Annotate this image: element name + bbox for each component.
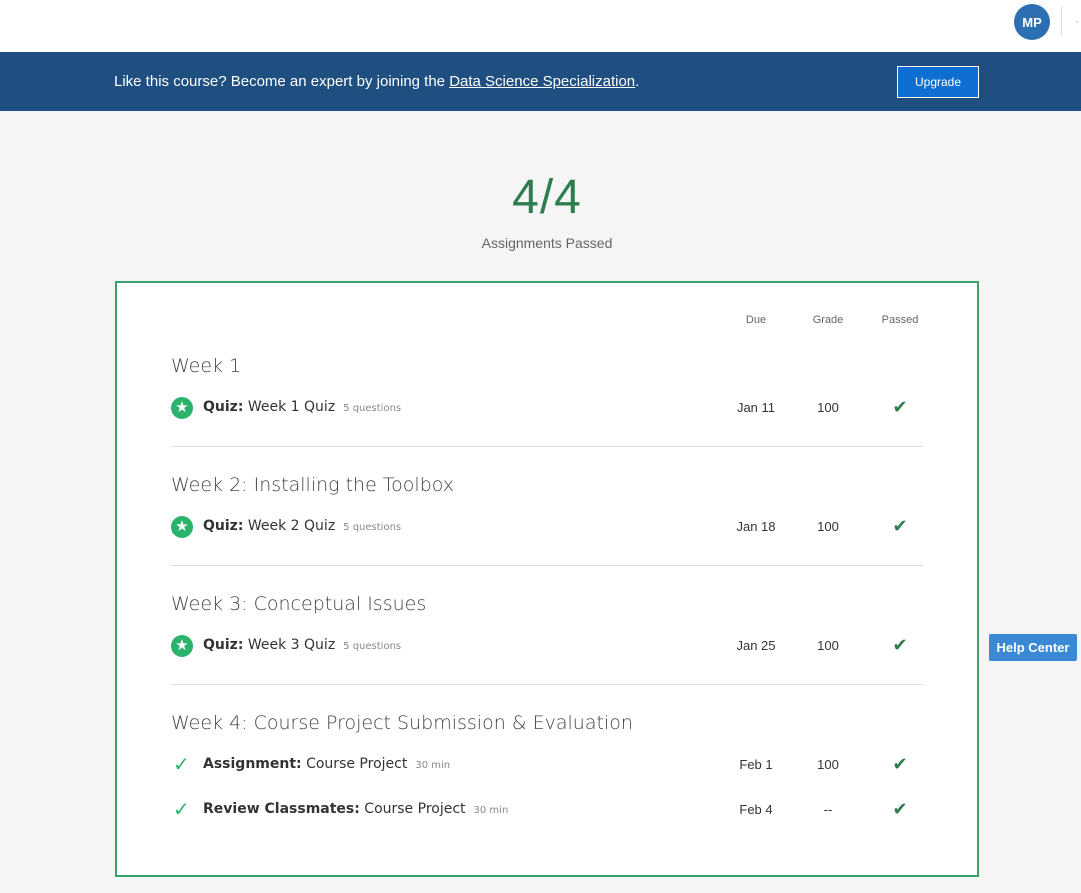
section-divider	[171, 684, 923, 685]
assignment-meta: 5 questions	[343, 403, 402, 414]
assignment-type: Quiz:	[203, 518, 244, 534]
assignment-row[interactable]: ✓ Review Classmates: Course Project 30 mi…	[171, 799, 923, 823]
banner-text: Like this course? Become an expert by jo…	[114, 73, 639, 90]
grades-card: Due Grade Passed Week 1 ★ Quiz: Week 1 Q…	[115, 281, 979, 877]
assignment-type: Assignment:	[203, 756, 302, 772]
passed-check-icon: ✔	[892, 397, 908, 417]
banner-text-after: .	[635, 73, 640, 90]
grade-value: --	[823, 802, 833, 817]
due-date: Feb 1	[739, 757, 773, 772]
assignment-meta: 30 min	[415, 760, 451, 771]
grade-value: 100	[817, 757, 839, 772]
passed-check-icon: ✔	[892, 635, 908, 655]
week-title: Week 3: Conceptual Issues	[171, 593, 427, 615]
grade-value: 100	[817, 400, 839, 415]
grade-value: 100	[817, 519, 839, 534]
assignment-name: Week 3 Quiz	[247, 637, 336, 653]
upgrade-button[interactable]: Upgrade	[897, 66, 979, 98]
assignment-title[interactable]: Quiz: Week 1 Quiz 5 questions	[203, 399, 401, 415]
assignment-row[interactable]: ★ Quiz: Week 2 Quiz 5 questions Jan 18 10…	[171, 516, 923, 540]
star-icon: ★	[171, 635, 193, 657]
week-section: Week 3: Conceptual Issues	[171, 593, 923, 615]
passed-check-icon: ✔	[892, 754, 908, 774]
due-date: Feb 4	[739, 802, 773, 817]
assignments-passed-label: Assignments Passed	[481, 235, 613, 251]
section-divider	[171, 446, 923, 447]
passed-check-icon: ✔	[892, 799, 908, 819]
assignment-meta: 30 min	[473, 805, 509, 816]
assignment-title[interactable]: Quiz: Week 3 Quiz 5 questions	[203, 637, 401, 653]
header-divider	[1061, 6, 1062, 36]
assignment-row[interactable]: ★ Quiz: Week 1 Quiz 5 questions Jan 11 10…	[171, 397, 923, 421]
specialization-link[interactable]: Data Science Specialization	[449, 73, 635, 90]
assignment-title[interactable]: Assignment: Course Project 30 min	[203, 756, 450, 772]
assignment-row[interactable]: ★ Quiz: Week 3 Quiz 5 questions Jan 25 10…	[171, 635, 923, 659]
banner-text-before: Like this course? Become an expert by jo…	[114, 73, 450, 90]
assignment-meta: 5 questions	[343, 522, 402, 533]
week-title: Week 1	[171, 355, 242, 377]
section-divider	[171, 565, 923, 566]
week-title: Week 4: Course Project Submission & Eval…	[171, 712, 633, 734]
assignments-passed-count: 4/4	[512, 171, 582, 224]
week-title: Week 2: Installing the Toolbox	[171, 474, 455, 496]
assignment-name: Course Project	[364, 801, 466, 817]
user-avatar[interactable]: MP	[1014, 4, 1050, 40]
passed-column-header: Passed	[881, 314, 919, 326]
due-date: Jan 18	[736, 519, 776, 534]
upgrade-banner: Like this course? Become an expert by jo…	[0, 52, 1081, 111]
assignment-type: Review Classmates:	[203, 801, 360, 817]
due-date: Jan 25	[736, 638, 776, 653]
assignment-row[interactable]: ✓ Assignment: Course Project 30 min Feb 1…	[171, 754, 923, 778]
grade-column-header: Grade	[812, 314, 844, 326]
star-icon: ★	[171, 516, 193, 538]
grade-value: 100	[817, 638, 839, 653]
help-center-button[interactable]: Help Center	[989, 634, 1077, 661]
week-section: Week 4: Course Project Submission & Eval…	[171, 712, 923, 734]
assignment-name: Course Project	[306, 756, 408, 772]
check-icon: ✓	[173, 754, 190, 776]
due-date: Jan 11	[736, 400, 776, 415]
assignment-title[interactable]: Quiz: Week 2 Quiz 5 questions	[203, 518, 401, 534]
assignment-meta: 5 questions	[343, 641, 402, 652]
assignment-name: Week 2 Quiz	[247, 518, 336, 534]
check-icon: ✓	[173, 799, 190, 821]
top-header: MP ·	[0, 0, 1081, 52]
week-section: Week 1	[171, 355, 923, 377]
due-column-header: Due	[745, 314, 767, 326]
more-icon[interactable]: ·	[1075, 14, 1079, 28]
week-section: Week 2: Installing the Toolbox	[171, 474, 923, 496]
assignment-type: Quiz:	[203, 637, 244, 653]
passed-check-icon: ✔	[892, 516, 908, 536]
star-icon: ★	[171, 397, 193, 419]
assignment-type: Quiz:	[203, 399, 244, 415]
assignment-name: Week 1 Quiz	[247, 399, 336, 415]
assignment-title[interactable]: Review Classmates: Course Project 30 min	[203, 801, 508, 817]
